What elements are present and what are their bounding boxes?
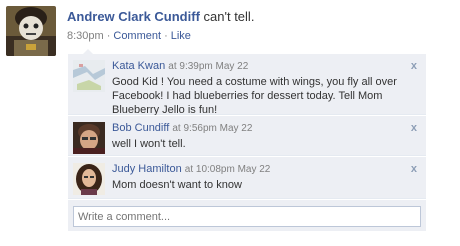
comment-timestamp: at 9:39pm May 22 xyxy=(168,61,249,72)
comment-link[interactable]: Comment xyxy=(113,30,161,42)
commenter-avatar[interactable] xyxy=(73,163,105,195)
remove-comment-button[interactable]: x xyxy=(411,163,417,175)
meta-separator: · xyxy=(164,30,168,42)
author-avatar[interactable] xyxy=(6,6,56,56)
author-name-link[interactable]: Andrew Clark Cundiff xyxy=(67,9,200,24)
comment-body: Good Kid ! You need a costume with wings… xyxy=(112,76,397,116)
comment-timestamp: at 10:08pm May 22 xyxy=(184,164,271,175)
commenter-avatar[interactable] xyxy=(73,122,105,154)
write-comment-input[interactable] xyxy=(73,206,421,227)
post-timestamp[interactable]: 8:30pm xyxy=(67,30,104,42)
status-text: can't tell. xyxy=(203,9,255,24)
comment-timestamp: at 9:56pm May 22 xyxy=(172,123,253,134)
remove-comment-button[interactable]: x xyxy=(411,122,417,134)
meta-separator: · xyxy=(106,30,111,42)
comment-list: Kata Kwan at 9:39pm May 22 Good Kid ! Yo… xyxy=(68,48,426,231)
story-meta: 8:30pm · Comment · Like xyxy=(67,29,459,43)
comment-item: Kata Kwan at 9:39pm May 22 Good Kid ! Yo… xyxy=(68,54,426,116)
comment-body: well I won't tell. xyxy=(112,138,186,150)
commenter-name-link[interactable]: Kata Kwan xyxy=(112,60,165,72)
write-comment-area xyxy=(68,199,426,231)
remove-comment-button[interactable]: x xyxy=(411,60,417,72)
commenter-name-link[interactable]: Judy Hamilton xyxy=(112,163,182,175)
commenter-name-link[interactable]: Bob Cundiff xyxy=(112,122,169,134)
comment-item: Judy Hamilton at 10:08pm May 22 Mom does… xyxy=(68,156,426,199)
like-link[interactable]: Like xyxy=(171,30,191,42)
comment-body: Mom doesn't want to know xyxy=(112,179,242,191)
comment-item: Bob Cundiff at 9:56pm May 22 well I won'… xyxy=(68,115,426,156)
story-headline: Andrew Clark Cundiff can't tell. xyxy=(67,9,459,25)
commenter-avatar[interactable] xyxy=(73,60,105,92)
